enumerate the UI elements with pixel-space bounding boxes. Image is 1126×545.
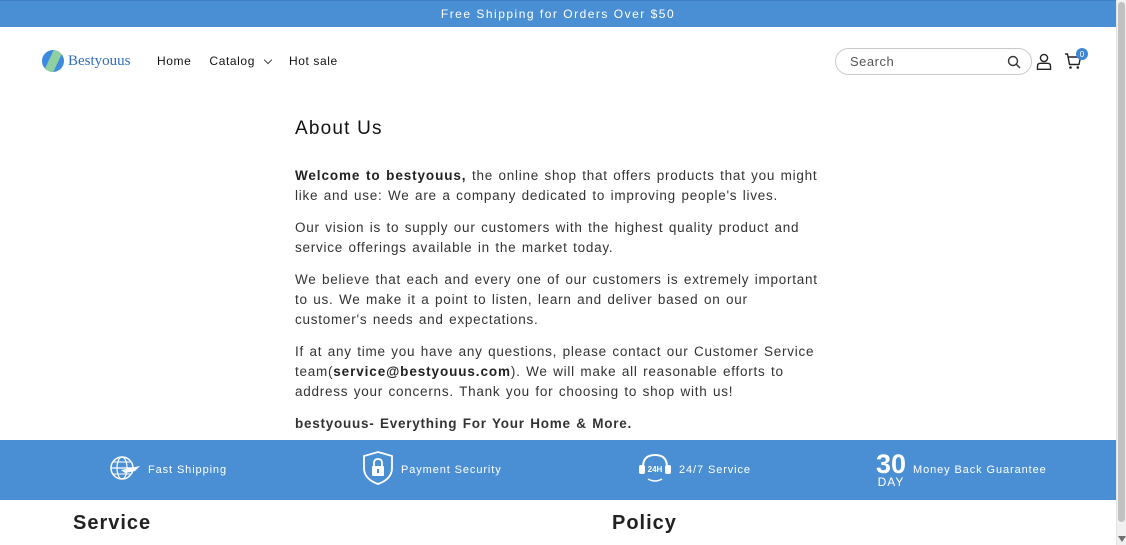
lock-shield-icon bbox=[362, 450, 394, 490]
feature-label: Money Back Guarantee bbox=[913, 464, 1047, 476]
about-content: About Us Welcome to bestyouus, the onlin… bbox=[295, 118, 825, 446]
page: Free Shipping for Orders Over $50 Bestyo… bbox=[0, 0, 1126, 545]
main-nav: Home Catalog Hot sale bbox=[157, 54, 338, 68]
nav-hot-sale[interactable]: Hot sale bbox=[289, 54, 338, 68]
account-icon[interactable] bbox=[1036, 53, 1052, 75]
contact-email: service@bestyouus.com bbox=[333, 364, 511, 379]
cart-count-badge: 0 bbox=[1076, 48, 1088, 60]
site-header: Bestyouus Home Catalog Hot sale 0 bbox=[0, 27, 1116, 95]
day-unit: DAY bbox=[877, 475, 905, 489]
page-title: About Us bbox=[295, 118, 383, 139]
scrollbar[interactable] bbox=[1116, 0, 1126, 545]
feature-24-7-service: 24H 24/7 Service bbox=[638, 440, 751, 500]
paragraph-welcome: Welcome to bestyouus, the online shop th… bbox=[295, 166, 825, 206]
nav-catalog[interactable]: Catalog bbox=[209, 54, 273, 68]
svg-text:24H: 24H bbox=[648, 465, 663, 474]
search-box bbox=[835, 48, 1032, 75]
feature-label: Payment Security bbox=[401, 464, 502, 476]
nav-home[interactable]: Home bbox=[157, 54, 191, 68]
features-bar: Fast Shipping Payment Security 24H 24/7 … bbox=[0, 440, 1116, 500]
feature-label: 24/7 Service bbox=[679, 464, 751, 476]
24h-support-icon: 24H bbox=[638, 452, 672, 489]
logo[interactable]: Bestyouus bbox=[42, 50, 131, 72]
scrollbar-thumb[interactable] bbox=[1118, 2, 1125, 522]
logo-text: Bestyouus bbox=[68, 52, 131, 69]
feature-fast-shipping: Fast Shipping bbox=[107, 440, 227, 500]
search-input[interactable] bbox=[850, 54, 1000, 69]
nav-catalog-label: Catalog bbox=[209, 54, 255, 68]
paragraph-belief: We believe that each and every one of ou… bbox=[295, 272, 818, 327]
feature-payment-security: Payment Security bbox=[362, 440, 502, 500]
feature-money-back: 30 DAY Money Back Guarantee bbox=[876, 440, 1047, 500]
30-day-icon: 30 DAY bbox=[876, 451, 906, 489]
welcome-heading: Welcome to bestyouus, bbox=[295, 168, 467, 183]
search-icon[interactable] bbox=[1007, 55, 1021, 74]
logo-icon bbox=[42, 50, 64, 72]
announcement-text: Free Shipping for Orders Over $50 bbox=[440, 7, 676, 21]
paragraph-contact: If at any time you have any questions, p… bbox=[295, 342, 825, 402]
tagline: bestyouus- Everything For Your Home & Mo… bbox=[295, 416, 633, 431]
footer-service-title: Service bbox=[73, 512, 152, 534]
paragraph-vision: Our vision is to supply our customers wi… bbox=[295, 220, 800, 255]
footer-policy-title: Policy bbox=[612, 512, 677, 534]
announcement-bar: Free Shipping for Orders Over $50 bbox=[0, 0, 1116, 27]
globe-plane-icon bbox=[107, 452, 141, 489]
feature-label: Fast Shipping bbox=[148, 464, 227, 476]
scroll-down-arrow-icon[interactable] bbox=[1118, 536, 1126, 542]
chevron-down-icon bbox=[263, 55, 273, 64]
